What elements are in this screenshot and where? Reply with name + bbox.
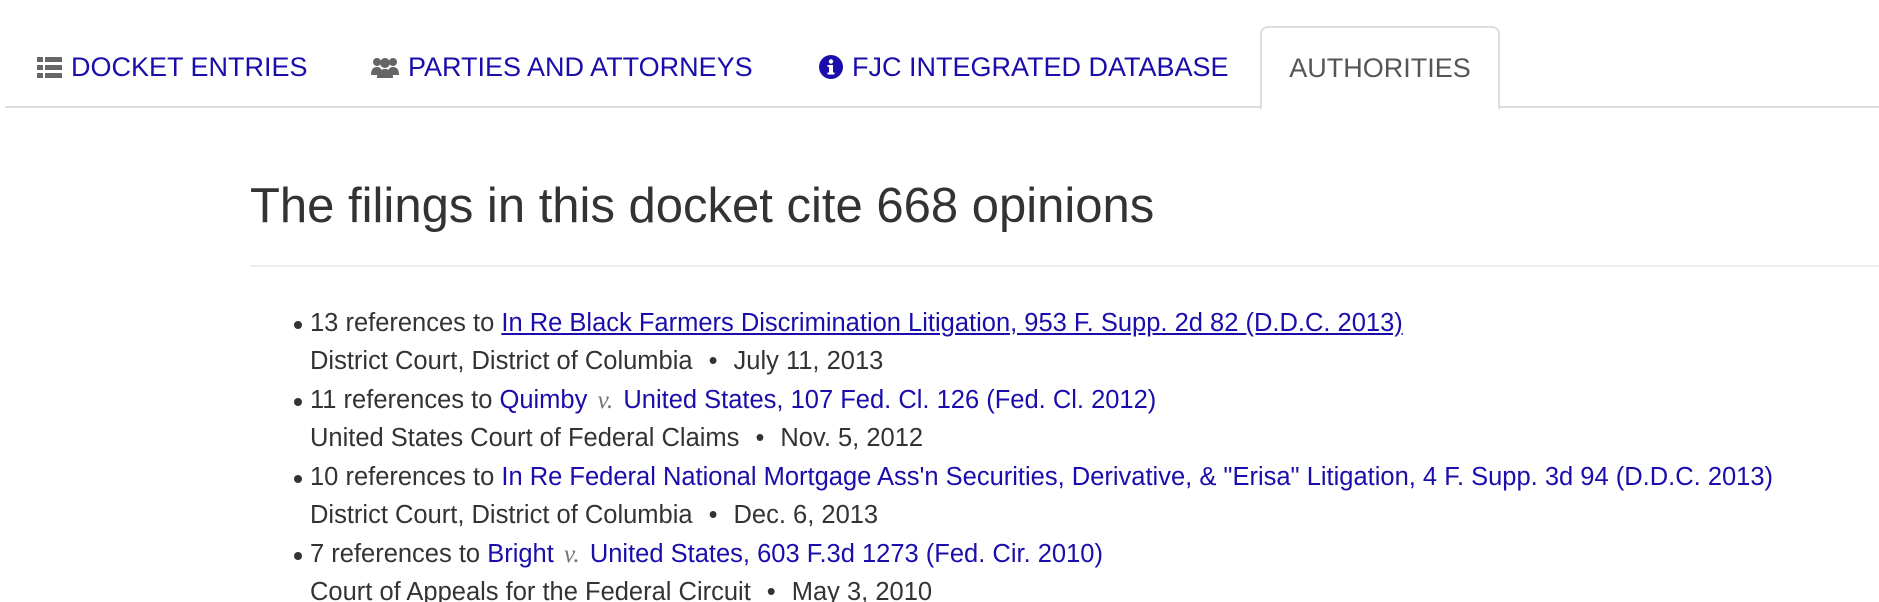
reference-count: 11 references to	[310, 386, 493, 414]
list-item: 10 references to In Re Federal National …	[294, 458, 1879, 534]
decision-date: Dec. 6, 2013	[733, 501, 879, 529]
versus-label: v.	[563, 539, 580, 568]
authority-meta-line: United States Court of Federal Claims • No…	[310, 419, 1879, 457]
info-icon	[819, 55, 843, 79]
case-party-a: Bright	[487, 540, 554, 568]
tab-docket-entries-label: DOCKET ENTRIES	[71, 51, 308, 82]
case-name: In Re Federal National Mortgage Ass'n Se…	[501, 463, 1774, 491]
court-name: United States Court of Federal Claims	[310, 424, 740, 452]
reference-count: 7 references to	[310, 540, 481, 568]
versus-label: v.	[597, 385, 614, 414]
decision-date: May 3, 2010	[791, 578, 933, 602]
docket-tabs: DOCKET ENTRIES PARTIES AND ATTORNEYS FJC…	[5, 26, 1879, 110]
list-icon	[37, 56, 62, 78]
list-item: 13 references to In Re Black Farmers Dis…	[294, 304, 1879, 380]
reference-count: 13 references to	[310, 309, 495, 337]
authority-meta-line: District Court, District of Columbia • Dec…	[310, 496, 1879, 534]
authority-citation-line: 7 references to Bright v. United States,…	[310, 535, 1879, 573]
decision-date: Nov. 5, 2012	[780, 424, 924, 452]
case-party-a: Quimby	[499, 386, 588, 414]
authority-citation-line: 11 references to Quimby v. United States…	[310, 381, 1879, 419]
tab-docket-entries[interactable]: DOCKET ENTRIES	[37, 26, 308, 108]
tab-parties-and-attorneys[interactable]: PARTIES AND ATTORNEYS	[371, 26, 753, 108]
bullet-separator: •	[708, 501, 718, 529]
tab-authorities-label: AUTHORITIES	[1289, 52, 1471, 83]
heading-divider	[250, 265, 1879, 267]
tab-fjc-integrated-database[interactable]: FJC INTEGRATED DATABASE	[819, 26, 1229, 108]
reference-count: 10 references to	[310, 463, 495, 491]
case-party-b: United States, 603 F.3d 1273 (Fed. Cir. …	[589, 540, 1103, 568]
case-party-b: United States, 107 Fed. Cl. 126 (Fed. Cl…	[623, 386, 1157, 414]
authority-citation-line: 10 references to In Re Federal National …	[310, 458, 1879, 496]
case-link[interactable]: In Re Federal National Mortgage Ass'n Se…	[501, 463, 1773, 491]
tab-parties-and-attorneys-label: PARTIES AND ATTORNEYS	[408, 51, 753, 82]
users-icon	[371, 56, 399, 78]
bullet-separator: •	[766, 578, 776, 602]
court-name: District Court, District of Columbia	[310, 347, 693, 375]
list-item: 7 references to Bright v. United States,…	[294, 535, 1879, 602]
authority-meta-line: District Court, District of Columbia • Jul…	[310, 342, 1879, 380]
court-name: Court of Appeals for the Federal Circuit	[310, 578, 751, 602]
page: DOCKET ENTRIES PARTIES AND ATTORNEYS FJC…	[0, 0, 1879, 602]
list-item: 11 references to Quimby v. United States…	[294, 381, 1879, 457]
decision-date: July 11, 2013	[733, 347, 884, 375]
page-title: The filings in this docket cite 668 opin…	[250, 179, 1155, 233]
court-name: District Court, District of Columbia	[310, 501, 693, 529]
bullet-separator: •	[708, 347, 718, 375]
bullet-separator: •	[755, 424, 765, 452]
case-link[interactable]: In Re Black Farmers Discrimination Litig…	[501, 309, 1402, 337]
tab-fjc-integrated-database-label: FJC INTEGRATED DATABASE	[852, 51, 1229, 82]
case-link[interactable]: Quimby v. United States, 107 Fed. Cl. 12…	[499, 385, 1157, 414]
authority-meta-line: Court of Appeals for the Federal Circuit…	[310, 573, 1879, 602]
case-name: In Re Black Farmers Discrimination Litig…	[501, 309, 1403, 337]
tab-authorities[interactable]: AUTHORITIES	[1260, 26, 1500, 110]
authorities-list: 13 references to In Re Black Farmers Dis…	[294, 304, 1879, 602]
case-link[interactable]: Bright v. United States, 603 F.3d 1273 (…	[487, 539, 1103, 568]
authority-citation-line: 13 references to In Re Black Farmers Dis…	[310, 304, 1879, 342]
